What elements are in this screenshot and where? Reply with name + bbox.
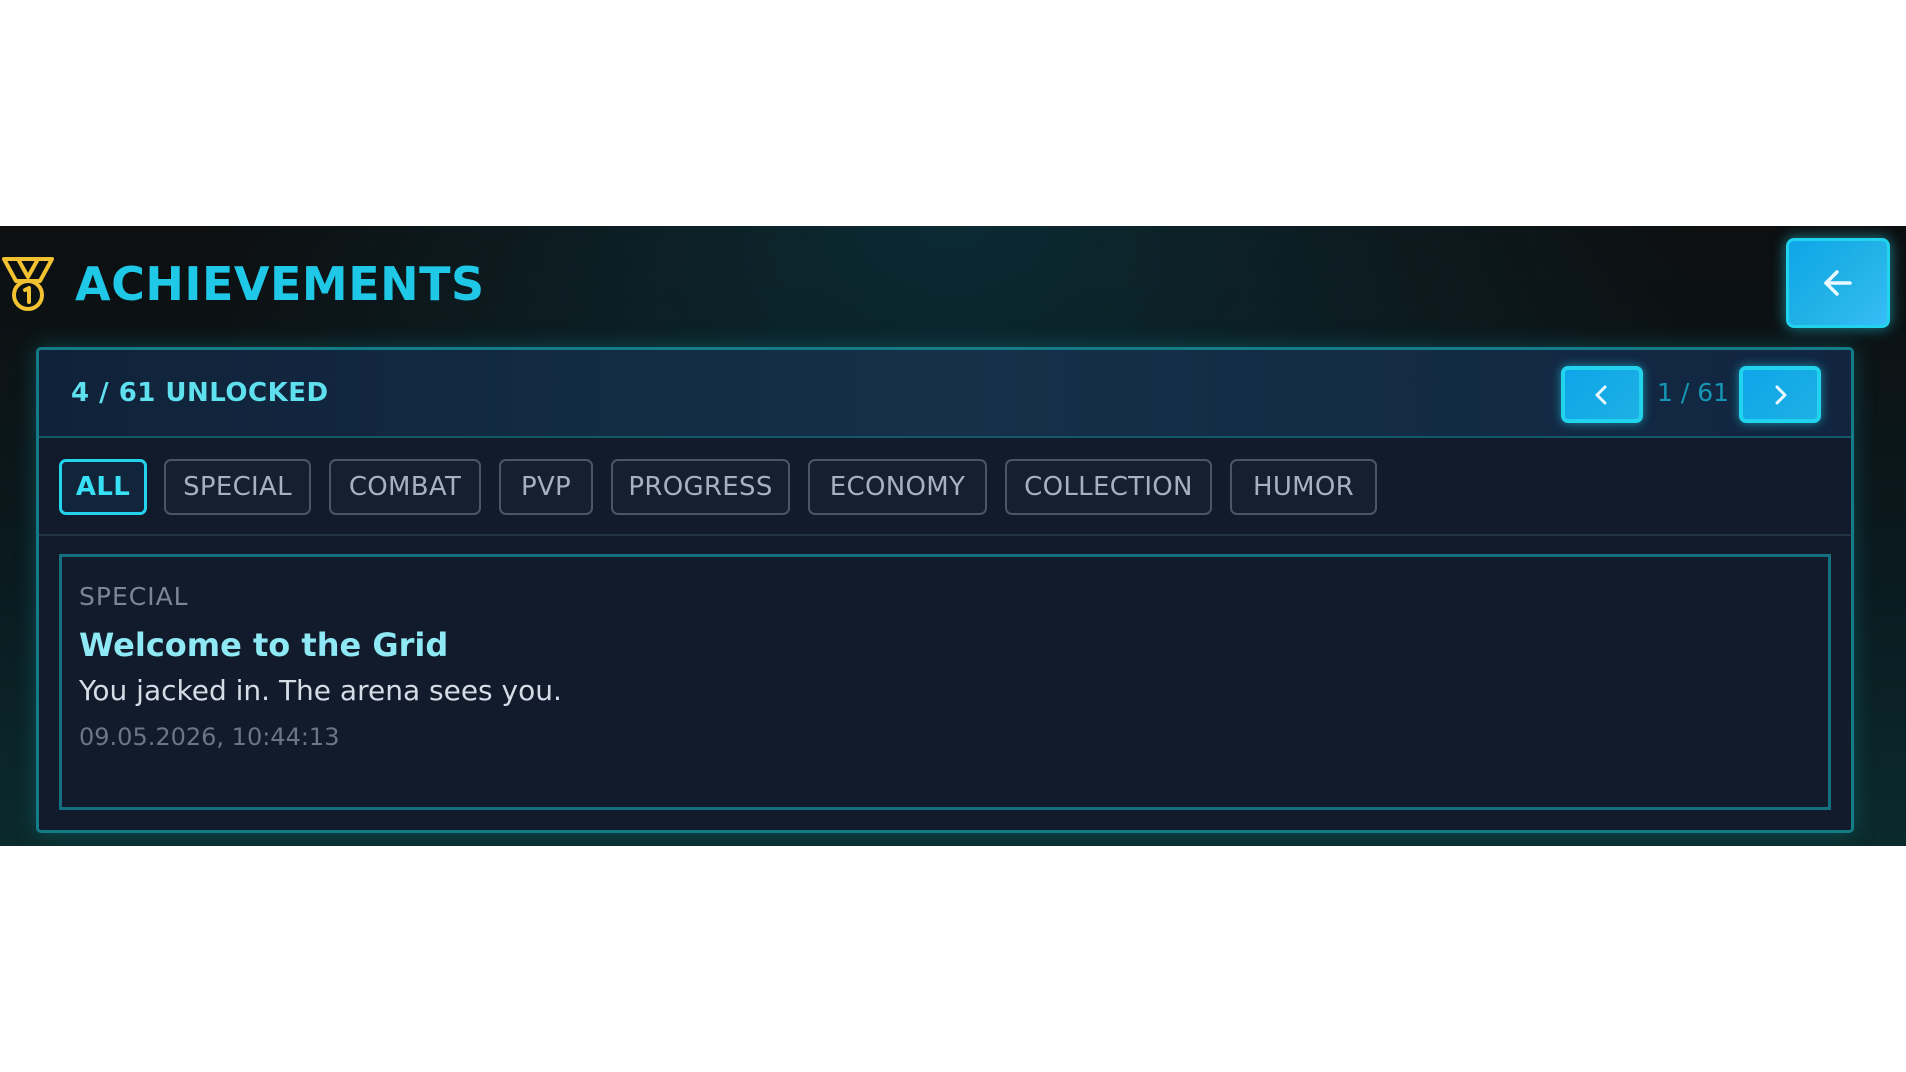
page-indicator: 1 / 61 bbox=[1656, 378, 1730, 407]
filter-tab-collection[interactable]: COLLECTION bbox=[1005, 459, 1212, 515]
next-page-button[interactable] bbox=[1739, 366, 1821, 423]
medal-icon bbox=[0, 255, 56, 313]
unlock-count: 4 / 61 UNLOCKED bbox=[71, 378, 329, 408]
filter-tab-progress[interactable]: PROGRESS bbox=[611, 459, 790, 515]
category-filter-bar: ALL SPECIAL COMBAT PVP PROGRESS ECONOMY … bbox=[39, 438, 1851, 536]
filter-tab-economy[interactable]: ECONOMY bbox=[808, 459, 987, 515]
achievement-card[interactable]: SPECIAL Welcome to the Grid You jacked i… bbox=[59, 554, 1831, 810]
achievement-category: SPECIAL bbox=[79, 582, 189, 611]
achievement-title: Welcome to the Grid bbox=[79, 626, 449, 664]
achievement-description: You jacked in. The arena sees you. bbox=[79, 674, 562, 707]
header: ACHIEVEMENTS bbox=[0, 226, 1906, 346]
panel-header: 4 / 61 UNLOCKED 1 / 61 bbox=[39, 350, 1851, 438]
achievements-screen: ACHIEVEMENTS 4 / 61 UNLOCKED 1 / 61 ALL … bbox=[0, 226, 1906, 846]
achievement-unlock-date: 09.05.2026, 10:44:13 bbox=[79, 723, 340, 751]
chevron-right-icon bbox=[1775, 385, 1787, 404]
filter-tab-pvp[interactable]: PVP bbox=[499, 459, 593, 515]
filter-tab-humor[interactable]: HUMOR bbox=[1230, 459, 1377, 515]
filter-tab-combat[interactable]: COMBAT bbox=[329, 459, 481, 515]
back-button[interactable] bbox=[1786, 238, 1890, 328]
arrow-left-icon bbox=[1824, 270, 1852, 296]
page-title: ACHIEVEMENTS bbox=[75, 257, 485, 311]
filter-tab-special[interactable]: SPECIAL bbox=[164, 459, 311, 515]
filter-tab-all[interactable]: ALL bbox=[59, 459, 147, 515]
previous-page-button[interactable] bbox=[1561, 366, 1643, 423]
chevron-left-icon bbox=[1595, 385, 1607, 404]
achievements-panel: 4 / 61 UNLOCKED 1 / 61 ALL SPECIAL COMBA… bbox=[36, 347, 1854, 833]
